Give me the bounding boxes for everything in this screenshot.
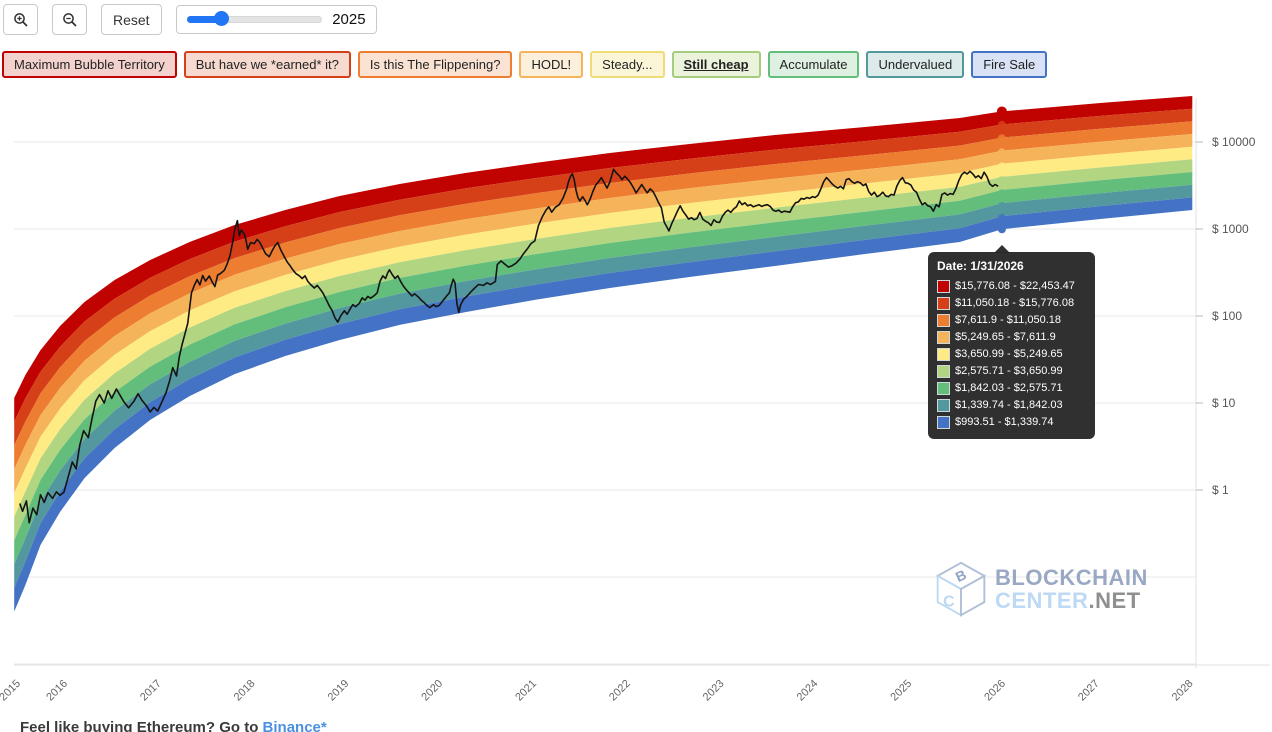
- tooltip-row: $11,050.18 - $15,776.08: [937, 295, 1085, 312]
- band-color-swatch: [937, 331, 950, 344]
- x-axis-label: 2025: [888, 678, 914, 704]
- marker-dot: [998, 214, 1006, 222]
- legend-button-accumulate[interactable]: Accumulate: [768, 51, 860, 78]
- band-color-swatch: [937, 348, 950, 361]
- binance-link[interactable]: Binance*: [263, 719, 327, 732]
- tooltip-date: Date: 1/31/2026: [937, 259, 1085, 273]
- tooltip-row: $15,776.08 - $22,453.47: [937, 278, 1085, 295]
- x-axis-label: 2022: [607, 678, 633, 704]
- marker-dot: [998, 176, 1006, 184]
- x-axis-label: 2019: [326, 678, 352, 704]
- legend-button-is-this-the-flippening[interactable]: Is this The Flippening?: [358, 51, 513, 78]
- y-axis-label: $ 1000: [1212, 222, 1249, 236]
- x-axis-label: 2016: [44, 678, 70, 704]
- marker-dot: [998, 202, 1006, 210]
- marker-dot: [998, 121, 1006, 129]
- x-axis-label: 2018: [232, 678, 258, 704]
- watermark-suffix: .NET: [1088, 588, 1140, 613]
- marker-dot: [998, 134, 1006, 142]
- y-axis-label: $ 10: [1212, 396, 1236, 410]
- year-slider-box: 2025: [176, 5, 377, 34]
- band-price-range: $3,650.99 - $5,249.65: [955, 346, 1063, 363]
- x-axis-label: 2020: [419, 678, 445, 704]
- band-color-swatch: [937, 416, 950, 429]
- year-slider[interactable]: [187, 16, 323, 23]
- x-axis-label: 2021: [513, 678, 539, 704]
- zoom-in-icon: [13, 12, 29, 28]
- marker-dot: [998, 148, 1006, 156]
- reset-button[interactable]: Reset: [101, 4, 162, 35]
- watermark: B C BLOCKCHAIN CENTER.NET: [933, 560, 1148, 618]
- tooltip-rows: $15,776.08 - $22,453.47$11,050.18 - $15,…: [937, 278, 1085, 431]
- tooltip-row: $1,339.74 - $1,842.03: [937, 397, 1085, 414]
- band-price-range: $15,776.08 - $22,453.47: [955, 278, 1075, 295]
- watermark-line2: CENTER: [995, 588, 1088, 613]
- legend-button-but-have-we-earned-it[interactable]: But have we *earned* it?: [184, 51, 351, 78]
- band-price-range: $5,249.65 - $7,611.9: [955, 329, 1056, 346]
- zoom-out-button[interactable]: [52, 4, 87, 35]
- marker-dot: [998, 225, 1006, 233]
- marker-dot: [997, 106, 1007, 116]
- band-price-range: $1,842.03 - $2,575.71: [955, 380, 1063, 397]
- legend-button-hodl[interactable]: HODL!: [519, 51, 583, 78]
- y-axis-label: $ 100: [1212, 309, 1242, 323]
- x-axis-label: 2024: [795, 678, 821, 704]
- marker-dot: [998, 162, 1006, 170]
- legend-button-fire-sale[interactable]: Fire Sale: [971, 51, 1047, 78]
- y-axis-label: $ 10000: [1212, 135, 1256, 149]
- zoom-in-button[interactable]: [3, 4, 38, 35]
- zoom-out-icon: [62, 12, 78, 28]
- x-axis-label: 2028: [1170, 678, 1196, 704]
- legend-button-maximum-bubble-territory[interactable]: Maximum Bubble Territory: [2, 51, 177, 78]
- year-slider-thumb[interactable]: [214, 11, 229, 26]
- toolbar: Reset 2025: [3, 4, 377, 35]
- y-axis-label: $ 1: [1212, 483, 1229, 497]
- legend-button-undervalued[interactable]: Undervalued: [866, 51, 964, 78]
- x-axis-label: 2026: [982, 678, 1008, 704]
- band-price-range: $7,611.9 - $11,050.18: [955, 312, 1061, 329]
- tooltip-row: $3,650.99 - $5,249.65: [937, 346, 1085, 363]
- footer-cta: Feel like buying Ethereum? Go to Binance…: [20, 719, 327, 732]
- band-color-swatch: [937, 280, 950, 293]
- blockchaincenter-logo-icon: B C: [933, 560, 989, 618]
- tooltip-row: $2,575.71 - $3,650.99: [937, 363, 1085, 380]
- tooltip-row: $5,249.65 - $7,611.9: [937, 329, 1085, 346]
- marker-dot: [998, 189, 1006, 197]
- band-price-range: $1,339.74 - $1,842.03: [955, 397, 1063, 414]
- chart-tooltip: Date: 1/31/2026 $15,776.08 - $22,453.47$…: [928, 252, 1095, 439]
- x-axis-label: 2023: [701, 678, 727, 704]
- year-slider-value: 2025: [332, 11, 365, 28]
- x-axis-label: 2027: [1076, 678, 1102, 704]
- band-price-range: $2,575.71 - $3,650.99: [955, 363, 1063, 380]
- footer-text: Feel like buying Ethereum? Go to: [20, 719, 263, 732]
- tooltip-row: $7,611.9 - $11,050.18: [937, 312, 1085, 329]
- band-color-swatch: [937, 382, 950, 395]
- legend-button-steady[interactable]: Steady...: [590, 51, 664, 78]
- tooltip-row: $1,842.03 - $2,575.71: [937, 380, 1085, 397]
- band-legend: Maximum Bubble Territory But have we *ear…: [2, 51, 1047, 78]
- legend-button-still-cheap[interactable]: Still cheap: [672, 51, 761, 78]
- x-axis-label: 2015: [0, 678, 23, 704]
- x-axis-label: 2017: [138, 678, 164, 704]
- band-color-swatch: [937, 399, 950, 412]
- watermark-line1: BLOCKCHAIN: [995, 567, 1148, 589]
- tooltip-row: $993.51 - $1,339.74: [937, 414, 1085, 431]
- svg-text:C: C: [943, 594, 955, 611]
- band-color-swatch: [937, 314, 950, 327]
- band-price-range: $11,050.18 - $15,776.08: [955, 295, 1074, 312]
- band-color-swatch: [937, 297, 950, 310]
- band-price-range: $993.51 - $1,339.74: [955, 414, 1053, 431]
- band-color-swatch: [937, 365, 950, 378]
- ethereum-rainbow-chart-page: Reset 2025 Maximum Bubble Territory But h…: [0, 0, 1272, 732]
